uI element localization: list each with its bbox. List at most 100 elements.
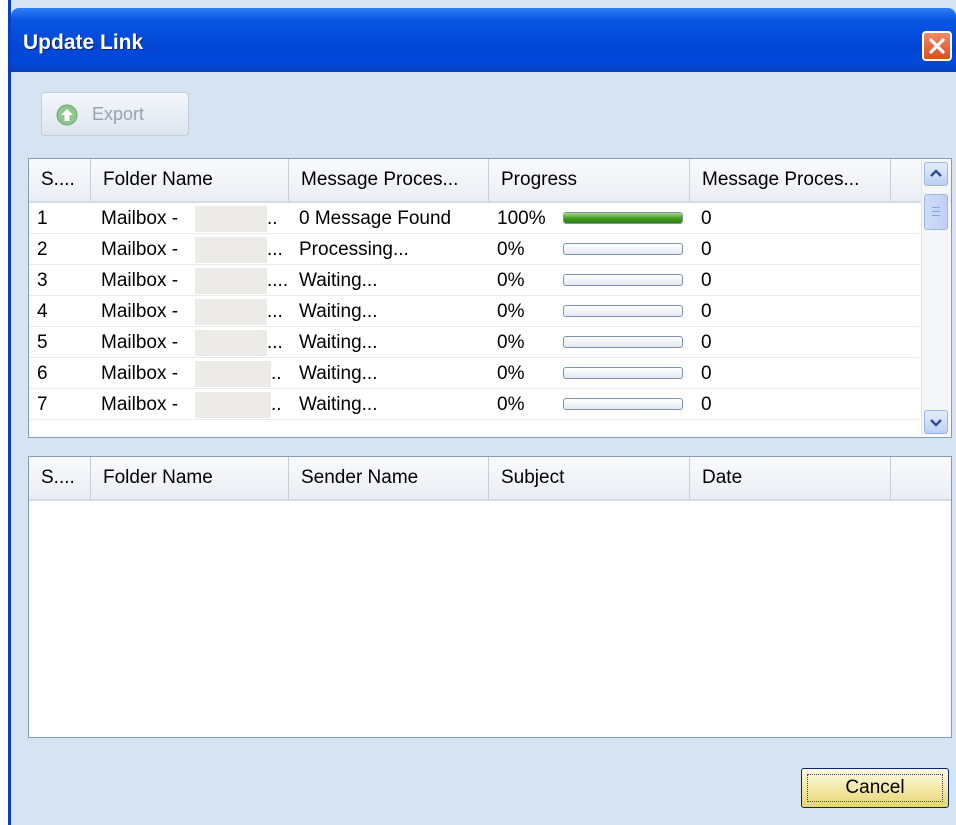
row-message-count: 0 (701, 394, 712, 415)
folder-name-text: Mailbox - (101, 301, 179, 322)
progress-percent: 0% (497, 332, 525, 353)
row-progress: 0% (497, 265, 690, 296)
chevron-up-icon (930, 169, 942, 177)
row-serial: 7 (37, 394, 48, 415)
folder-name-ellipsis: .. (271, 363, 282, 384)
progress-bar-fill (564, 213, 682, 223)
export-button[interactable]: Export (41, 92, 189, 136)
column-header-message-process-count[interactable]: Message Proces... (690, 159, 891, 201)
row-serial: 5 (37, 332, 48, 353)
folder-name-text: Mailbox - (101, 394, 179, 415)
row-folder-name: Mailbox -... (101, 234, 289, 265)
row-serial: 2 (37, 239, 48, 260)
column-header-serial[interactable]: S.... (29, 457, 91, 499)
progress-bar (563, 398, 683, 410)
progress-percent: 0% (497, 239, 525, 260)
table-row[interactable]: 6 Mailbox -.. Waiting... 0% 0 (29, 358, 919, 389)
column-header-subject[interactable]: Subject (489, 457, 690, 499)
row-folder-name: Mailbox -.. (101, 389, 289, 420)
redacted-region (195, 299, 267, 325)
progress-percent: 0% (497, 270, 525, 291)
folder-name-ellipsis: ... (267, 301, 283, 322)
scroll-thumb[interactable] (924, 194, 948, 230)
cancel-button-label: Cancel (807, 774, 943, 802)
export-button-label: Export (92, 104, 145, 124)
update-link-dialog: Update Link Export S.... Folder Name Mes… (8, 0, 956, 825)
progress-bar (563, 367, 683, 379)
row-folder-name: Mailbox -.. (101, 203, 289, 234)
column-header-sender-name[interactable]: Sender Name (289, 457, 489, 499)
folder-name-text: Mailbox - (101, 270, 179, 291)
folder-name-ellipsis: ... (267, 332, 283, 353)
table-row[interactable]: 4 Mailbox -... Waiting... 0% 0 (29, 296, 919, 327)
redacted-region (195, 268, 267, 294)
progress-percent: 0% (497, 301, 525, 322)
redacted-region (195, 392, 271, 418)
column-header-progress[interactable]: Progress (489, 159, 690, 201)
cancel-button[interactable]: Cancel (801, 768, 949, 808)
row-process-status: Waiting... (299, 394, 378, 415)
chevron-down-icon (930, 419, 942, 427)
row-message-count: 0 (701, 332, 712, 353)
column-header-date[interactable]: Date (690, 457, 891, 499)
row-process-status: 0 Message Found (299, 208, 452, 229)
row-process-status: Processing... (299, 239, 409, 260)
row-message-count: 0 (701, 363, 712, 384)
export-up-arrow-icon (56, 104, 78, 126)
progress-bar (563, 336, 683, 348)
row-message-count: 0 (701, 301, 712, 322)
redacted-region (195, 237, 267, 263)
progress-bar (563, 274, 683, 286)
redacted-region (195, 206, 267, 232)
folder-progress-grid-header: S.... Folder Name Message Proces... Prog… (29, 159, 951, 203)
row-folder-name: Mailbox -... (101, 296, 289, 327)
row-folder-name: Mailbox -.... (101, 265, 289, 296)
table-row[interactable]: 1 Mailbox -.. 0 Message Found 100% 0 (29, 203, 919, 234)
folder-name-ellipsis: .. (267, 208, 278, 229)
progress-bar (563, 243, 683, 255)
vertical-scrollbar[interactable] (921, 160, 950, 436)
row-message-count: 0 (701, 239, 712, 260)
table-row[interactable]: 7 Mailbox -.. Waiting... 0% 0 (29, 389, 919, 420)
message-list-grid: S.... Folder Name Sender Name Subject Da… (28, 456, 952, 738)
title-bar[interactable]: Update Link (11, 8, 956, 72)
row-message-count: 0 (701, 270, 712, 291)
row-message-count: 0 (701, 208, 712, 229)
row-serial: 4 (37, 301, 48, 322)
row-progress: 100% (497, 203, 690, 234)
row-progress: 0% (497, 389, 690, 420)
scroll-down-button[interactable] (924, 410, 948, 434)
row-process-status: Waiting... (299, 301, 378, 322)
column-header-serial[interactable]: S.... (29, 159, 91, 201)
row-serial: 3 (37, 270, 48, 291)
table-row[interactable]: 3 Mailbox -.... Waiting... 0% 0 (29, 265, 919, 296)
row-progress: 0% (497, 327, 690, 358)
row-folder-name: Mailbox -... (101, 327, 289, 358)
progress-percent: 100% (497, 208, 546, 229)
table-row[interactable]: 2 Mailbox -... Processing... 0% 0 (29, 234, 919, 265)
row-process-status: Waiting... (299, 332, 378, 353)
folder-name-text: Mailbox - (101, 363, 179, 384)
close-button[interactable] (922, 31, 952, 61)
close-icon (929, 38, 945, 54)
redacted-region (195, 330, 267, 356)
progress-bar (563, 212, 683, 224)
row-progress: 0% (497, 296, 690, 327)
table-row[interactable]: 5 Mailbox -... Waiting... 0% 0 (29, 327, 919, 358)
folder-name-text: Mailbox - (101, 332, 179, 353)
row-process-status: Waiting... (299, 270, 378, 291)
dialog-title: Update Link (23, 31, 144, 54)
row-progress: 0% (497, 234, 690, 265)
progress-percent: 0% (497, 363, 525, 384)
row-serial: 1 (37, 208, 48, 229)
folder-progress-grid: S.... Folder Name Message Proces... Prog… (28, 158, 952, 438)
progress-percent: 0% (497, 394, 525, 415)
redacted-region (195, 361, 271, 387)
scroll-up-button[interactable] (924, 162, 948, 186)
row-serial: 6 (37, 363, 48, 384)
column-header-folder-name[interactable]: Folder Name (91, 159, 289, 201)
row-folder-name: Mailbox -.. (101, 358, 289, 389)
column-header-folder-name[interactable]: Folder Name (91, 457, 289, 499)
column-header-message-process-status[interactable]: Message Proces... (289, 159, 489, 201)
folder-name-ellipsis: .... (267, 270, 289, 291)
